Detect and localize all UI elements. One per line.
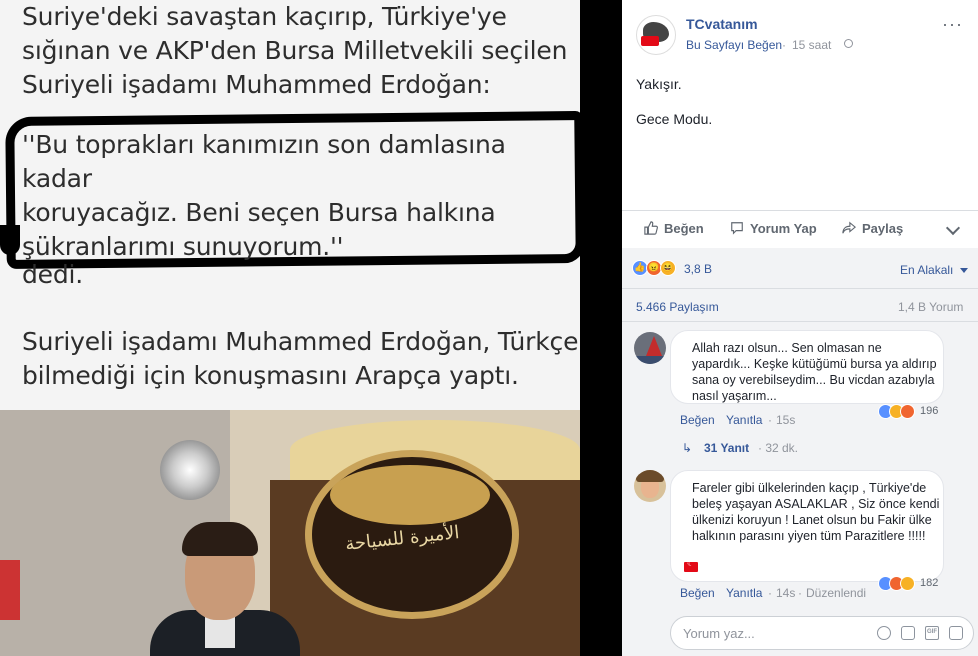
comment-like-link[interactable]: Beğen [680, 586, 715, 600]
share-button[interactable]: Paylaş [842, 221, 903, 236]
angry-reaction-icon [900, 404, 915, 419]
comment-composer[interactable]: Yorum yaz... GIF [670, 616, 974, 650]
comment-reply-link[interactable]: Yanıtla [726, 586, 762, 600]
globe-icon [844, 39, 853, 48]
post-header: TCvatanım Bu Sayfayı Beğen · 15 saat ··· [622, 0, 978, 60]
comment-time[interactable]: 15s [776, 413, 795, 427]
photo-person-hair [182, 522, 258, 556]
post-image[interactable]: Suriye'deki savaştan kaçırıp, Türkiye'ye… [0, 0, 580, 656]
reactions-count[interactable]: 3,8 B [684, 262, 712, 276]
image-paragraph-1: Suriye'deki savaştan kaçırıp, Türkiye'ye… [22, 2, 568, 99]
comment-reaction-count: 182 [920, 577, 939, 589]
comment-reaction-count: 196 [920, 405, 939, 417]
comments-area: 👍 😠 😆 3,8 B En Alakalı 5.466 Paylaşım 1,… [622, 248, 978, 656]
flag-icon [641, 36, 659, 46]
separator: · [798, 586, 802, 600]
wow-reaction-icon [900, 576, 915, 591]
chevron-down-icon[interactable] [945, 220, 961, 236]
haha-reaction-icon: 😆 [660, 260, 676, 276]
emoji-icon[interactable] [877, 626, 891, 640]
page-avatar[interactable] [636, 15, 676, 55]
marker-stroke [0, 225, 20, 255]
camera-icon[interactable] [901, 626, 915, 640]
sort-dropdown[interactable]: En Alakalı [900, 263, 953, 277]
more-options-button[interactable]: ··· [942, 14, 963, 35]
image-quote: ''Bu toprakları kanımızın son damlasına … [22, 130, 506, 261]
sailboat-icon [646, 336, 662, 356]
comment-button[interactable]: Yorum Yap [730, 221, 817, 236]
sea-graphic [634, 356, 666, 364]
comment-like-link[interactable]: Beğen [680, 413, 715, 427]
reactions-row[interactable]: 👍 😠 😆 3,8 B En Alakalı [622, 248, 978, 288]
share-icon [842, 221, 856, 234]
shares-row: 5.466 Paylaşım 1,4 B Yorum [622, 288, 978, 322]
post-time[interactable]: 15 saat [792, 38, 831, 52]
photo-chandelier [160, 440, 220, 500]
sticker-icon[interactable] [949, 626, 963, 640]
like-page-link[interactable]: Bu Sayfayı Beğen [686, 38, 782, 52]
view-replies-link[interactable]: 31 Yanıt [704, 441, 749, 455]
shares-count[interactable]: 5.466 Paylaşım [636, 300, 719, 314]
comment-reply-link[interactable]: Yanıtla [726, 413, 762, 427]
image-said: dedi. [22, 260, 84, 289]
like-label: Beğen [664, 221, 704, 236]
post-text-line-2: Gece Modu. [636, 111, 713, 127]
replies-time: · 32 dk. [758, 441, 799, 455]
post-actions: Beğen Yorum Yap Paylaş [622, 210, 978, 249]
photo-red-sign [0, 560, 20, 620]
gif-icon[interactable]: GIF [925, 626, 939, 640]
photo-sign-emblem [330, 465, 490, 525]
comment-icon [731, 222, 743, 235]
edited-label[interactable]: Düzenlendi [806, 586, 866, 600]
commenter-avatar[interactable] [634, 470, 666, 502]
separator: · [768, 413, 772, 427]
share-label: Paylaş [862, 221, 904, 236]
reply-arrow-icon: ↳ [682, 441, 693, 455]
comment-input-placeholder[interactable]: Yorum yaz... [683, 626, 755, 641]
separator: · [782, 38, 786, 52]
image-paragraph-2: Suriyeli işadamı Muhammed Erdoğan, Türkç… [22, 327, 579, 390]
post-text-line-1: Yakışır. [636, 76, 682, 92]
separator: · [768, 586, 772, 600]
page-name[interactable]: TCvatanım [686, 16, 758, 32]
comment-time[interactable]: 14s [776, 586, 795, 600]
facebook-post-panel: TCvatanım Bu Sayfayı Beğen · 15 saat ···… [622, 0, 978, 656]
commenter-avatar[interactable] [634, 332, 666, 364]
photo: الأميرة للسياحة [0, 410, 580, 656]
hair-graphic [636, 470, 664, 482]
comment-text: Allah razı olsun... Sen olmasan ne yapar… [692, 341, 937, 403]
thumbs-up-icon [644, 221, 658, 235]
like-button[interactable]: Beğen [644, 221, 704, 236]
comment-text: Fareler gibi ülkelerinden kaçıp , Türkiy… [692, 481, 940, 543]
comments-count[interactable]: 1,4 B Yorum [898, 300, 963, 314]
comment-label: Yorum Yap [750, 221, 817, 236]
turkish-flag-icon [684, 559, 698, 572]
caret-down-icon[interactable] [960, 268, 968, 273]
